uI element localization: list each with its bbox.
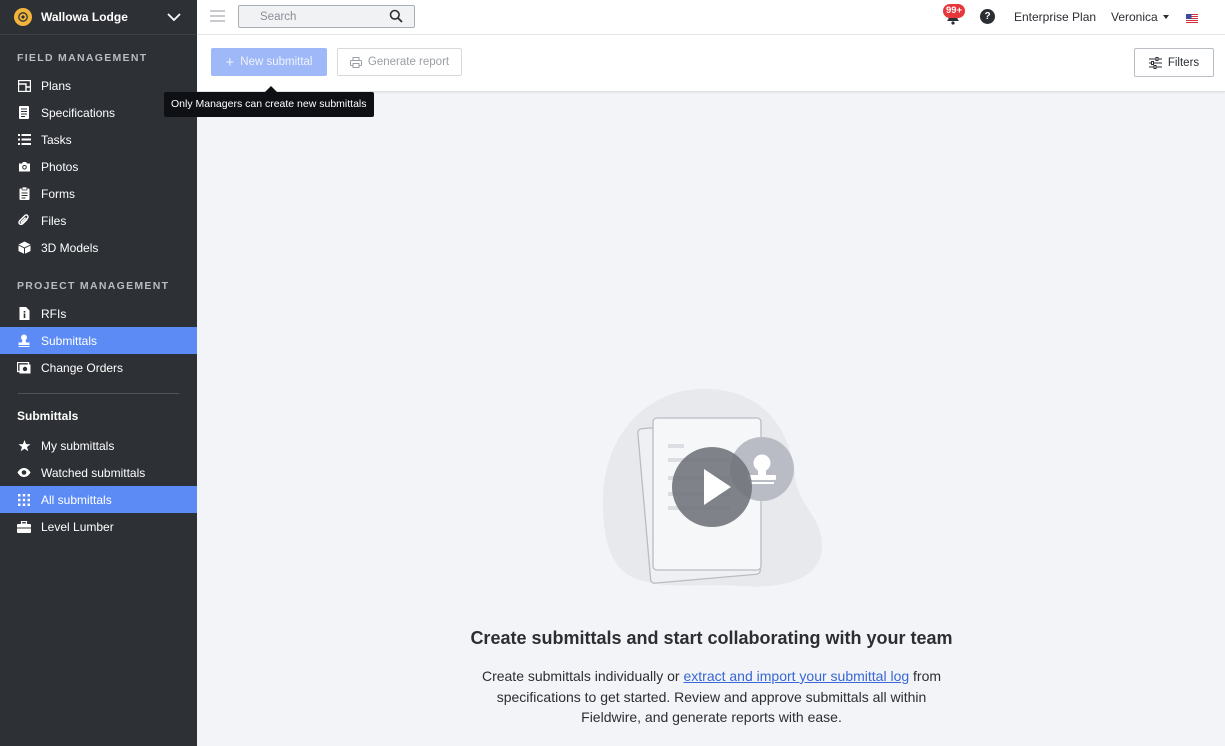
user-name: Veronica <box>1111 10 1158 24</box>
search-icon[interactable] <box>389 9 403 23</box>
us-flag-icon[interactable] <box>1186 12 1198 23</box>
sidebar-item-label: RFIs <box>41 306 67 321</box>
section-title-field-management: FIELD MANAGEMENT <box>17 52 148 64</box>
sidebar-item-rfis[interactable]: RFIs <box>0 300 197 327</box>
project-logo-icon <box>14 8 32 26</box>
sidebar-divider <box>18 393 179 394</box>
caret-down-icon <box>1162 15 1169 19</box>
rfi-document-icon <box>17 307 31 321</box>
sidebar-item-label: 3D Models <box>41 240 99 255</box>
notification-count-badge[interactable]: 99+ <box>943 4 966 18</box>
sidebar-item-tasks[interactable]: Tasks <box>0 126 197 153</box>
grid-icon <box>17 493 31 507</box>
briefcase-icon <box>17 520 31 534</box>
sidebar-item-label: Plans <box>41 78 72 93</box>
project-switcher[interactable]: Wallowa Lodge <box>0 0 197 35</box>
sidebar-item-3d-models[interactable]: 3D Models <box>0 234 197 261</box>
user-menu[interactable]: Veronica <box>1111 10 1169 24</box>
filter-sliders-icon <box>1148 56 1162 69</box>
project-name: Wallowa Lodge <box>41 10 128 24</box>
specifications-icon <box>17 106 31 120</box>
printer-icon <box>349 56 362 68</box>
enterprise-plan-link[interactable]: Enterprise Plan <box>1014 10 1096 24</box>
sidebar-item-label: Level Lumber <box>41 519 114 534</box>
submittals-empty-illustration <box>602 388 822 587</box>
permission-tooltip: Only Managers can create new submittals <box>164 86 374 117</box>
help-icon[interactable]: ? <box>980 9 995 24</box>
sidebar-item-watched-submittals[interactable]: Watched submittals <box>0 459 197 486</box>
hamburger-menu-icon[interactable] <box>210 10 225 22</box>
sidebar-item-all-submittals[interactable]: All submittals <box>0 486 197 513</box>
sidebar-item-forms[interactable]: Forms <box>0 180 197 207</box>
paperclip-icon <box>17 214 31 228</box>
empty-state-description: Create submittals individually or extrac… <box>480 666 943 728</box>
sidebar-item-label: Specifications <box>41 105 116 120</box>
tasks-list-icon <box>17 133 31 147</box>
sidebar-item-label: Submittals <box>41 333 98 348</box>
sidebar-item-label: All submittals <box>41 492 112 507</box>
generate-report-label: Generate report <box>367 56 450 68</box>
empty-desc-intro: Create submittals individually or <box>481 668 684 684</box>
search-input[interactable] <box>260 10 380 23</box>
eye-icon <box>17 466 31 480</box>
sidebar-item-files[interactable]: Files <box>0 207 197 234</box>
camera-icon <box>17 160 31 174</box>
clipboard-icon <box>17 187 31 201</box>
new-submittal-button[interactable]: + New submittal <box>211 48 327 76</box>
star-icon <box>17 439 31 453</box>
sidebar-item-label: Watched submittals <box>41 465 146 480</box>
generate-report-button[interactable]: Generate report <box>337 48 462 76</box>
filters-button[interactable]: Filters <box>1134 48 1214 77</box>
new-submittal-label: New submittal <box>240 56 313 68</box>
sidebar-item-my-submittals[interactable]: My submittals <box>0 432 197 459</box>
sidebar-item-level-lumber[interactable]: Level Lumber <box>0 513 197 540</box>
stamp-icon <box>17 334 31 348</box>
change-orders-icon <box>17 361 31 375</box>
sidebar-item-label: Files <box>41 213 67 228</box>
sidebar-item-label: Photos <box>41 159 79 174</box>
empty-state-title: Create submittals and start collaboratin… <box>470 628 953 648</box>
sidebar-item-label: Forms <box>41 186 75 201</box>
sidebar-item-label: Tasks <box>41 132 72 147</box>
import-submittal-log-link[interactable]: extract and import your submittal log <box>683 668 909 684</box>
plus-icon: + <box>225 53 235 71</box>
search-box[interactable] <box>238 5 415 28</box>
top-bar: 99+ ? Enterprise Plan Veronica <box>197 0 1225 35</box>
chevron-down-icon[interactable] <box>165 8 183 26</box>
sidebar-item-photos[interactable]: Photos <box>0 153 197 180</box>
filters-label: Filters <box>1167 56 1200 69</box>
plans-icon <box>17 79 31 93</box>
section-title-project-management: PROJECT MANAGEMENT <box>17 280 170 292</box>
sidebar-item-label: My submittals <box>41 438 115 453</box>
cube-icon <box>17 241 31 255</box>
toolbar: + New submittal Generate report Filters <box>197 35 1225 92</box>
sidebar-item-label: Change Orders <box>41 360 124 375</box>
sidebar-item-change-orders[interactable]: Change Orders <box>0 354 197 381</box>
sidebar-item-submittals[interactable]: Submittals <box>0 327 197 354</box>
submittals-heading: Submittals <box>17 409 79 423</box>
